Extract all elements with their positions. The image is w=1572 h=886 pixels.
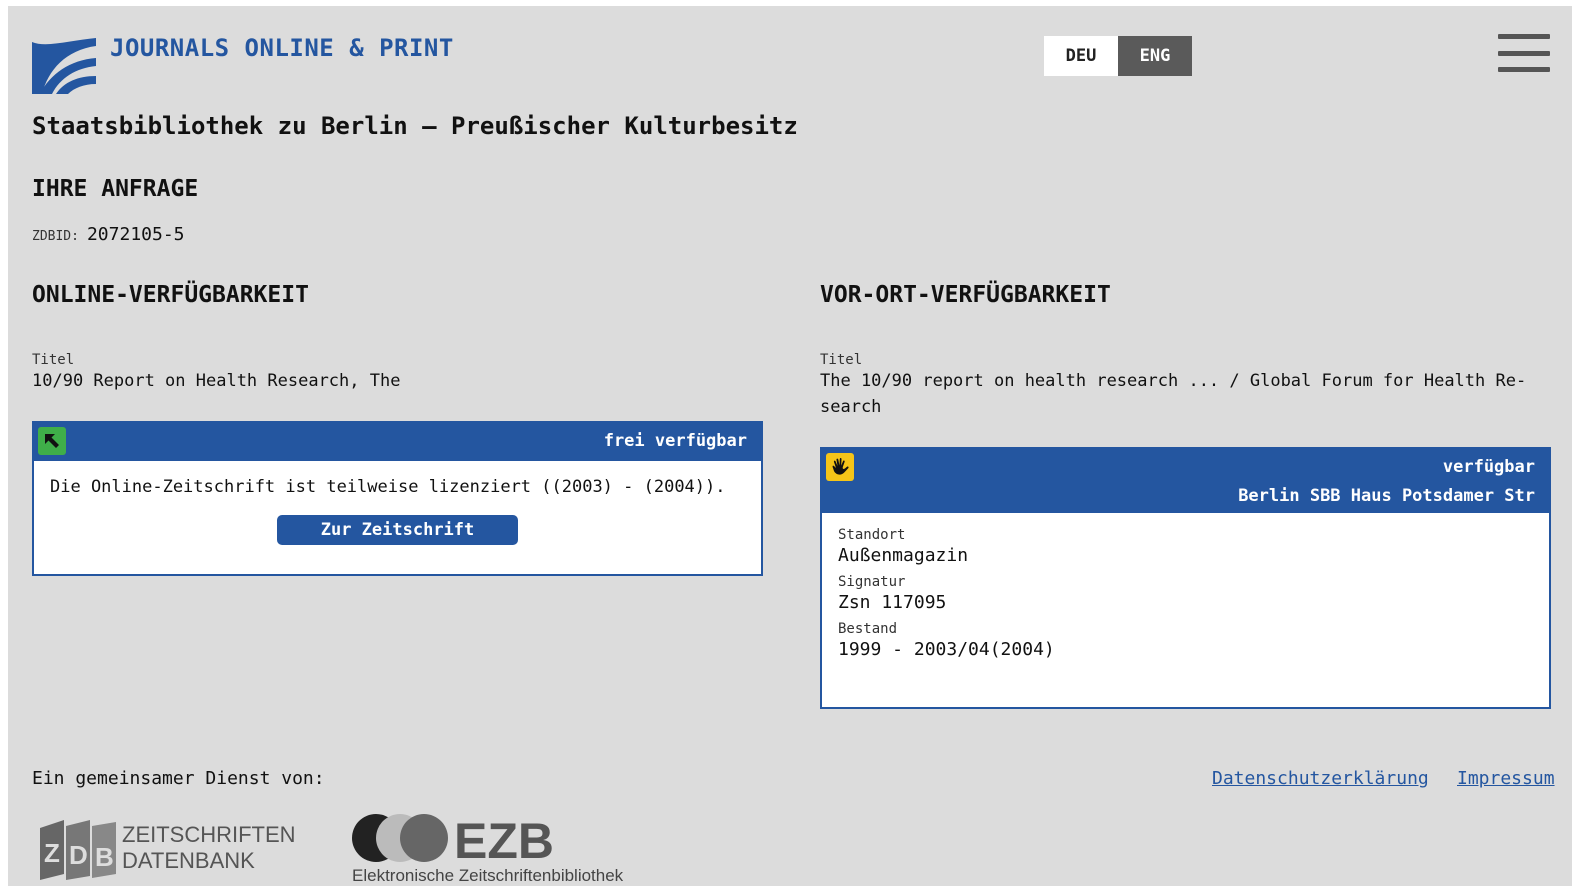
- vorort-card-header: verfügbar Berlin SBB Haus Potsdamer Str: [822, 449, 1549, 513]
- bestand-label: Bestand: [838, 621, 898, 637]
- vorort-title-label: Titel: [820, 352, 863, 368]
- svg-text:EZB: EZB: [454, 813, 554, 866]
- vorort-heading: VOR-ORT-VERFÜGBARKEIT: [820, 282, 1111, 308]
- standort-row: Standort Außenmagazin: [838, 527, 1055, 569]
- svg-text:D: D: [69, 840, 88, 870]
- lang-eng-button[interactable]: ENG: [1118, 36, 1192, 76]
- ezb-subtitle: Elektronische Zeitschriftenbibliothek: [352, 866, 624, 885]
- vorort-title-block: Titel The 10/90 report on health researc…: [820, 352, 1540, 420]
- online-title-label: Titel: [32, 352, 75, 368]
- holding-details: Standort Außenmagazin Signatur Zsn 11709…: [838, 527, 1055, 668]
- hamburger-menu-icon[interactable]: [1498, 34, 1550, 72]
- bestand-value: 1999 - 2003/04(2004): [838, 639, 1055, 660]
- zdb-logo-text: ZEITSCHRIFTEN DATENBANK: [122, 822, 296, 874]
- svg-text:Z: Z: [44, 838, 60, 868]
- institution-name: Staatsbibliothek zu Berlin – Preußischer…: [32, 112, 798, 140]
- zdbid-value: 2072105-5: [86, 224, 185, 245]
- online-card-header: frei verfügbar: [34, 423, 761, 461]
- license-text: Die Online-Zeitschrift ist teilweise liz…: [50, 477, 726, 497]
- brand-title: JOURNALS ONLINE & PRINT: [110, 34, 454, 62]
- menu-line: [1498, 34, 1550, 39]
- menu-line: [1498, 50, 1550, 56]
- signatur-label: Signatur: [838, 574, 906, 590]
- signatur-value: Zsn 117095: [838, 592, 947, 613]
- bestand-row: Bestand 1999 - 2003/04(2004): [838, 621, 1055, 663]
- zdbid-label: ZDBID:: [32, 229, 79, 244]
- vorort-title-line1: The 10/90 report on health research ... …: [820, 371, 1527, 391]
- zdb-logo-icon: Z D B: [40, 820, 116, 880]
- arrow-up-left-icon: [38, 427, 66, 455]
- online-title-block: Titel 10/90 Report on Health Research, T…: [32, 352, 772, 394]
- page: JOURNALS ONLINE & PRINT DEU ENG Staatsbi…: [8, 6, 1572, 886]
- language-switcher: DEU ENG: [1044, 36, 1192, 76]
- svg-text:B: B: [95, 842, 114, 872]
- vorort-availability-card: verfügbar Berlin SBB Haus Potsdamer Str …: [820, 447, 1551, 709]
- online-status: frei verfügbar: [603, 431, 747, 451]
- zdb-line2: DATENBANK: [122, 848, 255, 873]
- signatur-row: Signatur Zsn 117095: [838, 574, 1055, 616]
- hand-icon: [826, 453, 854, 481]
- ezb-logo-icon: EZB: [352, 813, 554, 866]
- standort-value: Außenmagazin: [838, 545, 969, 566]
- vorort-location: Berlin SBB Haus Potsdamer Str: [1238, 486, 1535, 506]
- zdb-line1: ZEITSCHRIFTEN: [122, 822, 296, 847]
- vorort-status: verfügbar: [1442, 457, 1535, 477]
- standort-label: Standort: [838, 527, 906, 543]
- menu-line: [1498, 67, 1550, 72]
- service-label: Ein gemeinsamer Dienst von:: [32, 768, 325, 789]
- zur-zeitschrift-button[interactable]: Zur Zeitschrift: [277, 515, 518, 545]
- online-availability-card: frei verfügbar Die Online-Zeitschrift is…: [32, 421, 763, 576]
- vorort-title-line2: search: [820, 397, 882, 417]
- privacy-link[interactable]: Datenschutzerklärung: [1212, 768, 1429, 789]
- query-heading: IHRE ANFRAGE: [32, 176, 199, 202]
- lang-deu-button[interactable]: DEU: [1044, 36, 1118, 76]
- online-title-value: 10/90 Report on Health Research, The: [32, 371, 401, 391]
- zdbid-row: ZDBID: 2072105-5: [32, 224, 185, 245]
- imprint-link[interactable]: Impressum: [1457, 768, 1555, 789]
- journals-logo-icon: [32, 38, 96, 94]
- online-heading: ONLINE-VERFÜGBARKEIT: [32, 282, 309, 308]
